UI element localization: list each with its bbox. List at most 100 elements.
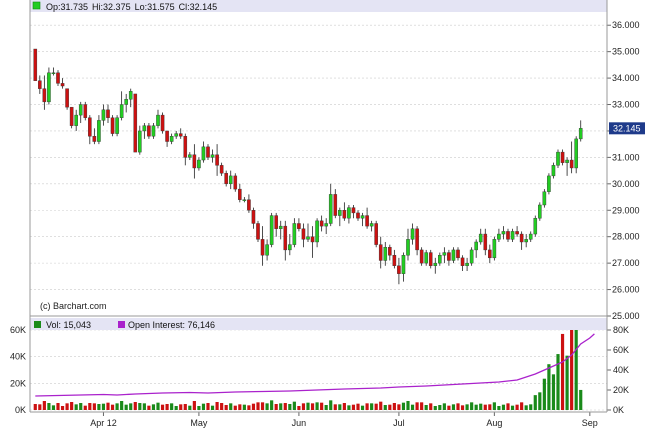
date-axis: Apr 12 May Jun Jul Aug Sep <box>90 412 598 428</box>
volume-right-tick-label: 40K <box>613 365 629 375</box>
volume-bar <box>165 404 169 410</box>
candle-body <box>438 254 442 264</box>
candle-body <box>47 72 51 103</box>
candle-body <box>265 244 269 256</box>
candle-body <box>251 210 256 224</box>
candle-body <box>69 106 74 126</box>
candle-body <box>365 215 369 227</box>
candle-body <box>428 252 433 266</box>
candle-body <box>219 165 224 174</box>
candle-body <box>178 133 183 137</box>
volume-bar <box>83 405 87 410</box>
volume-bar <box>101 403 106 410</box>
volume-bar <box>74 404 78 410</box>
volume-bar <box>351 404 356 410</box>
candle-body <box>538 204 542 219</box>
candle-body <box>510 231 515 240</box>
volume-bar <box>447 405 451 410</box>
volume-bar <box>388 404 392 410</box>
volume-bar <box>60 406 65 410</box>
date-tick-label: May <box>190 418 208 428</box>
candle-body <box>533 217 538 235</box>
candle-body <box>206 146 210 158</box>
candle-body <box>410 228 415 240</box>
candle-body <box>233 175 238 190</box>
volume-right-tick-label: 0K <box>613 405 624 415</box>
volume-bar <box>565 355 569 410</box>
candle-body <box>347 207 351 219</box>
candle-body <box>451 249 456 261</box>
volume-bar <box>410 404 415 410</box>
candle-body <box>392 254 397 266</box>
volume-bar <box>47 403 51 410</box>
candle-body <box>247 199 251 211</box>
volume-left-tick-label: 20K <box>10 378 26 388</box>
volume-bar <box>229 403 233 410</box>
candle-body <box>133 93 138 153</box>
candle-body <box>224 173 228 185</box>
last-price-label: 32.145 <box>613 123 641 133</box>
volume-bar <box>279 403 283 410</box>
candle-body <box>333 194 338 216</box>
candle-body <box>256 223 260 240</box>
volume-grid <box>30 329 607 411</box>
volume-bar <box>97 404 101 410</box>
volume-bar <box>65 403 69 410</box>
price-axis: 36.00035.00034.00033.00032.00031.00030.0… <box>607 20 640 321</box>
volume-bars <box>33 330 583 410</box>
candle-body <box>415 228 419 251</box>
volume-bar <box>506 403 510 410</box>
date-tick-label: Apr 12 <box>90 418 117 428</box>
volume-bar <box>42 401 46 410</box>
volume-bar <box>283 403 287 410</box>
candle-body <box>306 236 310 240</box>
volume-bar <box>360 405 365 410</box>
price-tick-label: 33.000 <box>612 100 640 110</box>
volume-bar <box>538 392 542 410</box>
candle-body <box>328 194 333 224</box>
volume-bar <box>470 402 474 410</box>
candle-body <box>33 48 38 81</box>
watermark: (c) Barchart.com <box>40 301 107 311</box>
volume-bar <box>247 405 251 410</box>
candle-body <box>515 231 519 235</box>
candle-body <box>83 104 88 118</box>
open-interest-legend-swatch <box>118 321 125 328</box>
volume-bar <box>574 330 578 410</box>
volume-bar <box>542 378 546 410</box>
candle-body <box>151 125 156 137</box>
candle-body <box>274 215 278 229</box>
candle-body <box>465 262 469 266</box>
candle-body <box>156 114 160 126</box>
volume-bar <box>301 403 306 410</box>
volume-bar <box>438 405 442 410</box>
candle-body <box>283 225 288 251</box>
price-tick-label: 26.000 <box>612 285 640 295</box>
header-close: Cl:32.145 <box>179 2 218 12</box>
volume-bar <box>365 403 369 410</box>
volume-bar <box>115 403 119 410</box>
volume-bar <box>124 404 128 410</box>
volume-bar <box>238 404 242 410</box>
volume-left-tick-label: 40K <box>10 352 26 362</box>
volume-bar <box>579 389 583 410</box>
volume-bar <box>442 403 446 410</box>
volume-bar <box>460 405 465 410</box>
volume-bar <box>415 402 419 410</box>
candle-body <box>78 104 83 116</box>
header-high: Hi:32.375 <box>92 2 131 12</box>
candles <box>33 48 583 285</box>
candle-body <box>551 165 556 177</box>
candle-body <box>60 83 65 87</box>
candle-body <box>369 223 374 227</box>
volume-bar <box>488 404 492 410</box>
volume-bar <box>529 404 533 410</box>
volume-bar <box>451 404 456 410</box>
volume-bar <box>270 400 274 410</box>
volume-right-tick-label: 80K <box>613 325 629 335</box>
candle-body <box>210 154 215 158</box>
volume-bar <box>274 404 278 410</box>
date-tick-label: Aug <box>486 418 502 428</box>
volume-bar <box>383 405 387 410</box>
volume-bar <box>379 401 383 410</box>
